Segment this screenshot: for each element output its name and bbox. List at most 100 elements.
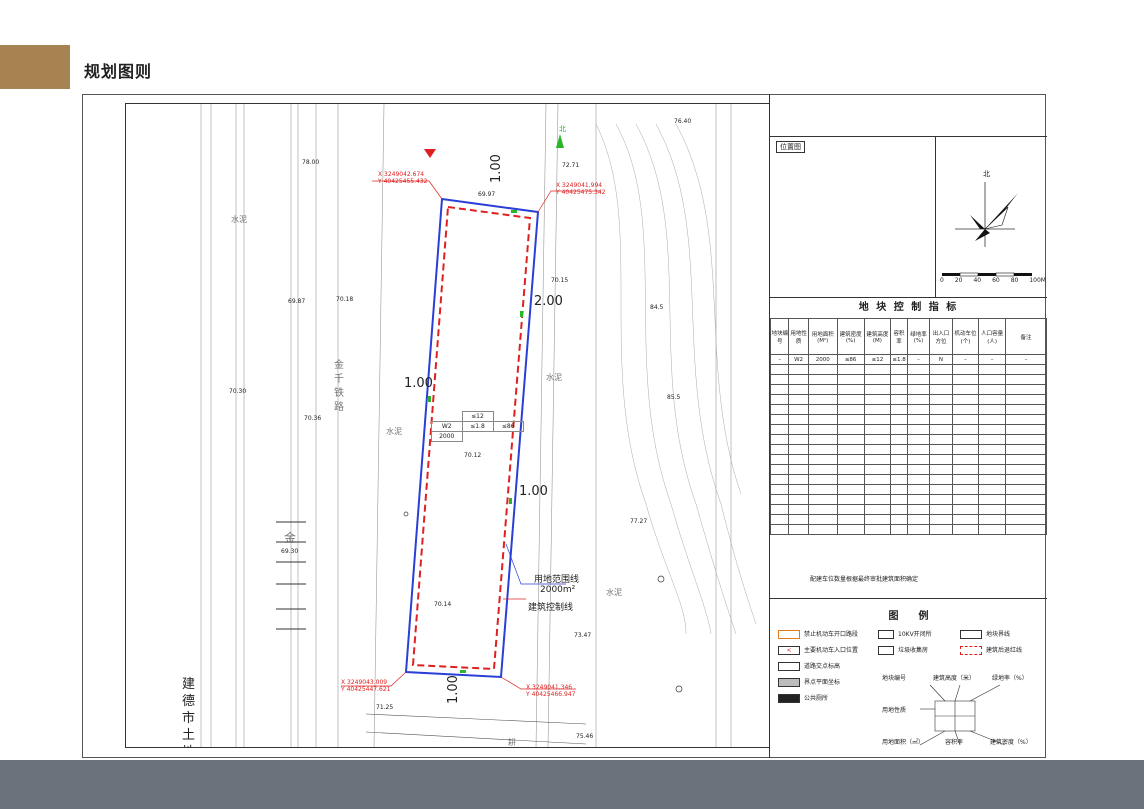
table-cell — [951, 514, 980, 525]
table-cell — [929, 424, 953, 435]
table-cell — [890, 394, 908, 405]
table-cell — [1005, 454, 1047, 465]
table-cell — [906, 444, 931, 455]
table-cell — [1005, 434, 1047, 445]
diagram-label: 建筑密度（%） — [990, 739, 1032, 746]
table-cell — [929, 444, 953, 455]
table-cell — [769, 374, 790, 385]
table-cell — [788, 414, 809, 425]
table-cell — [769, 464, 790, 475]
table-cell — [788, 384, 809, 395]
table-cell — [1005, 444, 1047, 455]
setback-label-top: 1.00 — [489, 154, 504, 183]
table-cell — [1005, 514, 1047, 525]
table-cell — [769, 404, 790, 415]
elevation-label: 70.15 — [551, 277, 569, 284]
table-cell — [929, 414, 953, 425]
setback-label-left: 1.00 — [404, 376, 433, 391]
table-cell — [807, 384, 838, 395]
table-cell: W2 — [788, 354, 809, 365]
table-row — [769, 524, 1047, 535]
coord-label: X 3249041.994 Y 40425475.342 — [556, 182, 606, 196]
table-cell — [788, 474, 809, 485]
table-cell: N — [929, 354, 953, 365]
table-cell — [769, 364, 790, 375]
table-cell — [978, 464, 1006, 475]
table-cell — [1005, 524, 1047, 535]
table-cell — [890, 514, 908, 525]
table-cell — [836, 494, 865, 505]
table-cell — [836, 414, 865, 425]
table-row — [769, 454, 1047, 465]
table-cell — [836, 364, 865, 375]
table-cell — [807, 474, 838, 485]
table-row — [769, 504, 1047, 515]
table-cell — [906, 404, 931, 415]
table-header: 建筑密度(%) — [836, 318, 865, 355]
table-cell — [807, 364, 838, 375]
table-cell — [929, 374, 953, 385]
table-cell — [890, 364, 908, 375]
table-cell — [906, 414, 931, 425]
diagram-label: 地块编号 — [882, 675, 907, 682]
table-cell — [863, 504, 892, 515]
table-cell — [769, 474, 790, 485]
table-cell — [929, 394, 953, 405]
table-cell — [951, 384, 980, 395]
table-cell — [890, 414, 908, 425]
elevation-label: 70.12 — [464, 452, 482, 459]
table-cell — [906, 474, 931, 485]
boundary-label: 用地范围线 — [534, 575, 580, 585]
table-cell — [978, 424, 1006, 435]
table-cell — [788, 504, 809, 515]
elevation-label: 73.47 — [574, 632, 592, 639]
table-cell — [807, 514, 838, 525]
place-label: 金 — [284, 531, 297, 545]
table-cell — [951, 424, 980, 435]
table-cell — [769, 494, 790, 505]
table-header: 绿地率(%) — [906, 318, 931, 355]
table-cell — [978, 374, 1006, 385]
table-header: 用地性质 — [788, 318, 809, 355]
elevation-label: 78.00 — [302, 159, 320, 166]
table-cell — [863, 464, 892, 475]
table-cell — [807, 414, 838, 425]
table-cell — [769, 434, 790, 445]
table-cell — [863, 374, 892, 385]
compass-icon — [942, 182, 1032, 277]
table-cell — [769, 394, 790, 405]
table-cell — [788, 434, 809, 445]
table-cell — [1005, 364, 1047, 375]
control-line-label: 建筑控制线 — [528, 603, 574, 613]
table-cell — [951, 474, 980, 485]
table-cell — [836, 374, 865, 385]
elevation-label: 70.18 — [336, 296, 354, 303]
table-cell: – — [1005, 354, 1047, 365]
table-cell — [906, 504, 931, 515]
elevation-label: 76.40 — [674, 118, 692, 125]
table-cell — [788, 484, 809, 495]
table-cell — [906, 484, 931, 495]
table-cell — [929, 464, 953, 475]
table-cell — [836, 434, 865, 445]
setback-label-right: 2.00 — [534, 294, 563, 309]
table-cell — [1005, 504, 1047, 515]
table-cell — [788, 464, 809, 475]
table-cell — [863, 364, 892, 375]
elevation-label: 75.46 — [576, 733, 594, 740]
table-cell — [1005, 494, 1047, 505]
table-cell — [890, 384, 908, 395]
table-cell — [929, 454, 953, 465]
site-info-table: ≤12 W2 ≤1.8 ≤86 2000 — [431, 411, 524, 442]
table-cell: – — [906, 354, 931, 365]
table-cell — [863, 524, 892, 535]
table-cell — [890, 474, 908, 485]
control-table-title: 地 块 控 制 指 标 — [858, 302, 959, 313]
table-cell — [1005, 394, 1047, 405]
table-cell — [807, 494, 838, 505]
table-cell — [906, 424, 931, 435]
elevation-label: 69.97 — [478, 191, 496, 198]
table-cell — [807, 484, 838, 495]
table-cell — [807, 504, 838, 515]
table-cell — [890, 484, 908, 495]
